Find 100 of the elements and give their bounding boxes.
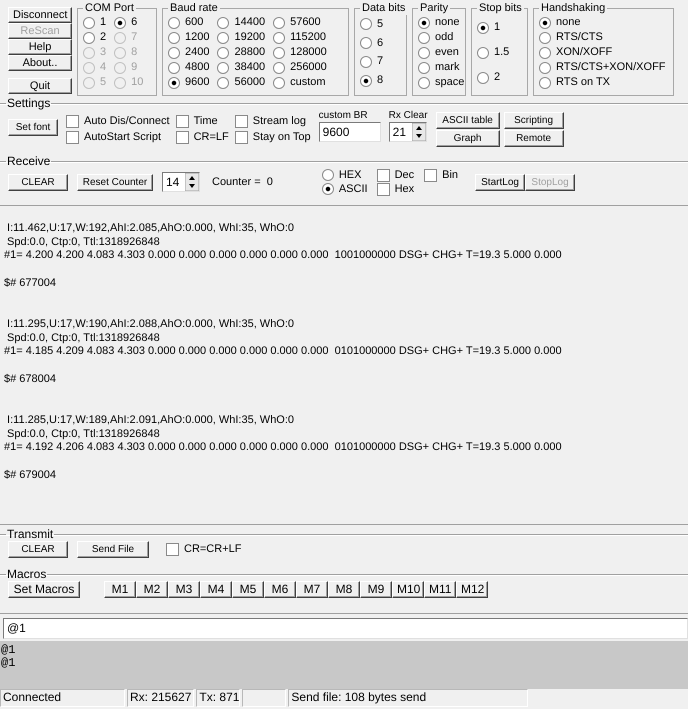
radio-button[interactable]	[360, 18, 372, 30]
button[interactable]: About..	[8, 55, 72, 71]
button[interactable]: ASCII table	[436, 112, 500, 129]
radio-button[interactable]	[217, 16, 230, 28]
radio-label: 1	[494, 20, 500, 35]
radio-label: 1	[100, 15, 106, 30]
radio-button[interactable]	[539, 46, 551, 58]
log-line: #1= 4.200 4.200 4.083 4.303 0.000 0.000 0.000 0.000 0.000 0.000 1001000000 DSG+ CHG+ T=19.3 5.000 0.000	[4, 249, 563, 262]
radio-button[interactable]	[360, 37, 372, 50]
radio-button[interactable]	[477, 72, 489, 84]
radio-button[interactable]	[539, 62, 551, 74]
checkbox[interactable]	[376, 168, 390, 182]
radio-button[interactable]	[273, 16, 286, 28]
radio-button[interactable]	[418, 16, 430, 28]
checkbox[interactable]	[166, 543, 179, 556]
radio-button[interactable]	[322, 169, 334, 181]
radio-button[interactable]	[114, 16, 126, 28]
spin-field[interactable]: 21	[388, 122, 427, 142]
button[interactable]: CLEAR	[8, 541, 68, 558]
radio-button[interactable]	[539, 32, 551, 44]
radio-label: 1200	[185, 30, 210, 45]
counter-label: Counter = 0	[212, 174, 273, 190]
radio-label: 4	[100, 60, 106, 75]
radio-label: 3	[100, 45, 106, 60]
radio-button[interactable]	[168, 62, 180, 74]
log-line: #1= 4.192 4.206 4.083 4.303 0.000 0.000 0.000 0.000 0.000 0.000 0101000000 DSG+ CHG+ T=19.3 5.000 0.000	[4, 441, 563, 454]
radio-button[interactable]	[273, 46, 286, 58]
radio-button[interactable]	[217, 62, 230, 74]
radio-button[interactable]	[539, 16, 551, 28]
radio-button[interactable]	[418, 76, 430, 88]
section-title: Macros	[6, 568, 48, 581]
radio-button[interactable]	[168, 46, 180, 58]
button[interactable]: Graph	[436, 130, 500, 147]
radio-button[interactable]	[168, 16, 180, 28]
radio-button[interactable]	[217, 76, 230, 88]
checkbox[interactable]	[66, 130, 79, 144]
checkbox[interactable]	[66, 114, 79, 128]
button[interactable]: Help	[8, 39, 72, 55]
button[interactable]: Set Macros	[8, 581, 80, 598]
radio-button[interactable]	[168, 32, 180, 44]
checkbox[interactable]	[424, 168, 438, 182]
input-field[interactable]: 9600	[318, 122, 381, 142]
button[interactable]: Disconnect	[8, 7, 72, 23]
button[interactable]: Reset Counter	[77, 174, 153, 190]
radio-button[interactable]	[273, 76, 286, 88]
button[interactable]: Quit	[8, 78, 72, 94]
radio-button[interactable]	[83, 16, 95, 28]
radio-button[interactable]	[217, 32, 230, 44]
radio-label: custom	[290, 75, 326, 90]
radio-button[interactable]	[418, 46, 430, 58]
checkbox[interactable]	[176, 130, 189, 144]
button[interactable]: M7	[296, 581, 328, 598]
radio-button[interactable]	[360, 74, 372, 87]
radio-button[interactable]	[217, 46, 230, 58]
button[interactable]: M6	[264, 581, 296, 598]
group-title: Handshaking	[540, 2, 606, 15]
button[interactable]: Remote	[504, 130, 564, 147]
button[interactable]: M11	[424, 581, 456, 598]
button[interactable]: StartLog	[475, 174, 526, 190]
radio-label: 56000	[234, 75, 266, 90]
button[interactable]: Scripting	[504, 112, 564, 129]
field-label: Rx Clear	[388, 110, 428, 122]
radio-button[interactable]	[83, 32, 95, 44]
button[interactable]: M2	[136, 581, 168, 598]
button[interactable]: M4	[200, 581, 232, 598]
button[interactable]: M9	[360, 581, 392, 598]
checkbox[interactable]	[176, 114, 189, 128]
button[interactable]: M10	[392, 581, 424, 598]
button[interactable]: Send File	[77, 541, 149, 558]
radio-label: 7	[131, 30, 138, 45]
button[interactable]: CLEAR	[8, 174, 68, 190]
radio-button[interactable]	[418, 62, 430, 74]
radio-label: 6	[377, 36, 384, 51]
button[interactable]: M5	[232, 581, 264, 598]
radio-button[interactable]	[477, 46, 489, 58]
checkbox[interactable]	[376, 182, 390, 196]
radio-button[interactable]	[273, 32, 286, 44]
radio-label: 115200	[290, 30, 326, 45]
radio-label: mark	[435, 60, 460, 75]
radio-button[interactable]	[539, 76, 551, 88]
group-title: Parity	[419, 2, 450, 15]
radio-button[interactable]	[273, 62, 286, 74]
button[interactable]: M12	[456, 581, 488, 598]
checkbox[interactable]	[234, 114, 248, 128]
radio-button[interactable]	[322, 183, 334, 195]
spin-field[interactable]: 14	[162, 172, 200, 192]
spin-arrows-icon[interactable]	[185, 173, 199, 191]
button[interactable]: M3	[168, 581, 200, 598]
radio-button[interactable]	[168, 76, 180, 88]
radio-label: ASCII	[338, 182, 368, 196]
button[interactable]: M1	[104, 581, 136, 598]
radio-button[interactable]	[360, 56, 372, 68]
radio-button[interactable]	[477, 22, 489, 34]
checkbox[interactable]	[234, 130, 248, 144]
spin-arrows-icon[interactable]	[412, 123, 426, 141]
input-field[interactable]: @1	[3, 618, 688, 639]
button[interactable]: M8	[328, 581, 360, 598]
button[interactable]: Set font	[8, 119, 58, 136]
radio-button[interactable]	[418, 32, 430, 44]
radio-label: 5	[377, 16, 384, 32]
